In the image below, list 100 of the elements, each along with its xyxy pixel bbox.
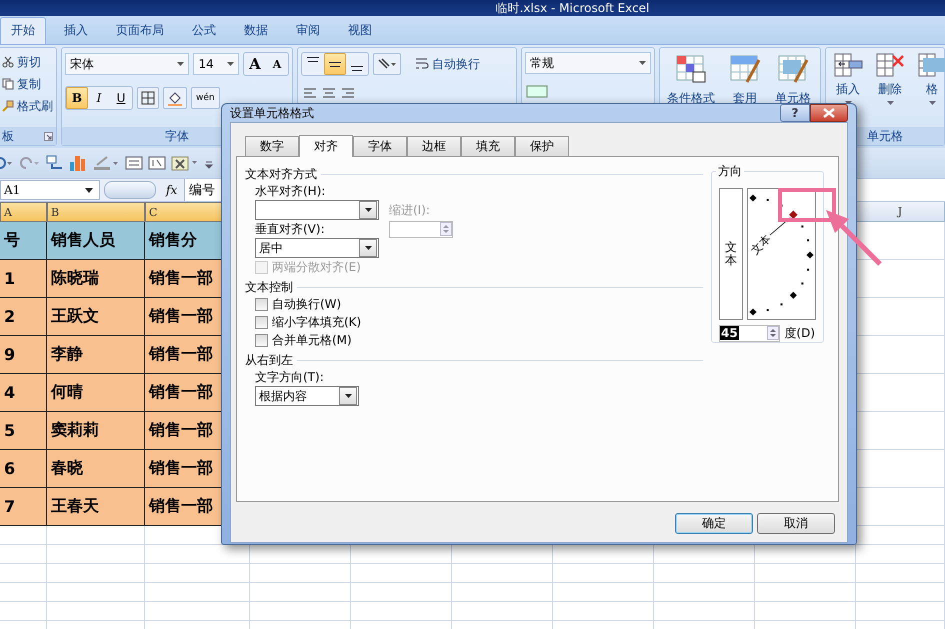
- dialog-tab[interactable]: 数字: [245, 136, 299, 156]
- borders-button[interactable]: [137, 87, 159, 109]
- font-style-button[interactable]: U: [110, 87, 132, 109]
- dropdown-caret-icon: [928, 101, 936, 105]
- name-box[interactable]: A1: [0, 180, 100, 200]
- selected-angle-marker: [789, 210, 798, 219]
- angle-marker: [780, 303, 782, 306]
- fill-color-button[interactable]: [163, 87, 187, 109]
- ribbon-tab[interactable]: 公式: [182, 18, 226, 44]
- header-cell: 销售人员: [47, 222, 145, 260]
- insert-function-label[interactable]: fx: [166, 183, 184, 197]
- cells-button[interactable]: 格: [913, 52, 945, 126]
- number-format-field[interactable]: 常规: [524, 52, 651, 74]
- column-header[interactable]: A: [0, 202, 47, 222]
- align-lines-icon: [351, 66, 363, 71]
- section-heading: 文本对齐方式: [245, 166, 317, 182]
- table-cell: 春晓: [47, 450, 145, 488]
- table-cell: 2: [0, 298, 47, 336]
- borders-icon: [141, 91, 155, 105]
- vertical-text-button[interactable]: 文本: [719, 188, 743, 320]
- angle-marker: [749, 194, 757, 202]
- table-cell: 陈晓瑞: [47, 260, 145, 298]
- window-title: 临时.xlsx - Microsoft Excel: [496, 0, 650, 16]
- ribbon-tab[interactable]: 视图: [338, 18, 382, 44]
- dialog-title: 设置单元格格式: [230, 104, 314, 122]
- launcher-icon[interactable]: [44, 132, 53, 140]
- dialog-tab[interactable]: 填充: [461, 136, 515, 156]
- dropdown-caret-icon: [227, 62, 234, 66]
- table-cell: 5: [0, 412, 47, 450]
- tools-icon[interactable]: [171, 154, 199, 172]
- ribbon-tab[interactable]: 数据: [234, 18, 278, 44]
- table-cell: 何晴: [47, 374, 145, 412]
- clipboard-button[interactable]: 剪切: [2, 52, 53, 72]
- table-rows-icon: [917, 52, 945, 78]
- vertical-align-button[interactable]: [324, 53, 346, 75]
- dialog-tab[interactable]: 字体: [353, 136, 407, 156]
- field-label: 文字方向(T):: [255, 368, 325, 386]
- angle-marker: [807, 239, 810, 242]
- table-rows-icon: [875, 52, 905, 78]
- clipboard-button[interactable]: 格式刷: [2, 96, 53, 116]
- highlight-frame: [778, 188, 836, 222]
- table-cell: 李静: [47, 336, 145, 374]
- ribbon-tab[interactable]: 页面布局: [106, 18, 174, 44]
- orientation-dial[interactable]: 文本: [747, 188, 816, 320]
- brush-icon: [2, 100, 14, 112]
- grid-icon: [776, 54, 809, 84]
- help-button[interactable]: ?: [780, 104, 810, 122]
- grow-font-button[interactable]: A: [244, 53, 266, 75]
- dialog-tab[interactable]: 对齐: [299, 135, 353, 157]
- font-style-button[interactable]: B: [66, 87, 88, 109]
- table-cell: 窦莉莉: [47, 412, 145, 450]
- ribbon-tab[interactable]: 插入: [54, 18, 98, 44]
- column-header[interactable]: J: [856, 202, 945, 222]
- wrap-text-button[interactable]: 自动换行: [415, 54, 480, 74]
- dialog-tab[interactable]: 保护: [515, 136, 569, 156]
- close-button[interactable]: [810, 104, 848, 122]
- dialog-button[interactable]: 确定: [675, 513, 753, 534]
- clipboard-button[interactable]: 复制: [2, 74, 53, 94]
- font-name-field[interactable]: 宋体: [65, 53, 190, 75]
- shrink-font-button[interactable]: A: [266, 53, 288, 75]
- angle-marker: [807, 268, 810, 271]
- dropdown-caret-icon: [364, 246, 372, 250]
- empty-cell: [0, 564, 47, 583]
- table-rows-icon: [833, 52, 863, 78]
- formula-bar-handle[interactable]: [104, 181, 156, 199]
- align-lines-icon: [307, 57, 319, 62]
- dropdown-caret-icon: [886, 101, 894, 105]
- table-cell: 王春天: [47, 488, 145, 526]
- angle-marker: [801, 226, 804, 228]
- ribbon-tab[interactable]: 开始: [0, 17, 46, 44]
- angle-marker: [766, 198, 769, 201]
- table-cell: 6: [0, 450, 47, 488]
- horizontal-align-select[interactable]: [255, 200, 379, 220]
- font-size-field[interactable]: 14: [193, 53, 239, 75]
- form-icon[interactable]: [148, 155, 166, 171]
- dropdown-caret-icon: [364, 208, 372, 212]
- form-icon[interactable]: [125, 155, 143, 171]
- dialog-tab[interactable]: 边框: [407, 136, 461, 156]
- font-style-button[interactable]: I: [88, 87, 110, 109]
- dropdown-caret-icon: [638, 61, 646, 65]
- close-icon: [823, 108, 835, 118]
- align-lines-icon: [329, 62, 341, 66]
- group-label: 单元格: [867, 128, 903, 144]
- phonetic-button[interactable]: wén: [191, 87, 220, 109]
- dialog-button[interactable]: 取消: [757, 513, 835, 534]
- orientation-button[interactable]: [373, 53, 401, 75]
- pointer-arrow: [826, 210, 882, 266]
- vertical-align-select[interactable]: 居中: [255, 238, 379, 258]
- group-label: 板: [2, 128, 14, 144]
- table-cell: 4: [0, 374, 47, 412]
- angle-marker: [801, 282, 804, 284]
- degrees-spinner[interactable]: 45: [719, 324, 780, 342]
- empty-cell: [0, 583, 47, 602]
- column-header[interactable]: B: [47, 202, 145, 222]
- field-label: 度(D): [784, 324, 815, 342]
- cells-button[interactable]: 删除: [871, 52, 909, 126]
- text-direction-select[interactable]: 根据内容: [255, 386, 359, 406]
- spinner-arrows-icon: [767, 326, 780, 340]
- ribbon-tab[interactable]: 审阅: [286, 18, 330, 44]
- angle-marker: [790, 292, 797, 299]
